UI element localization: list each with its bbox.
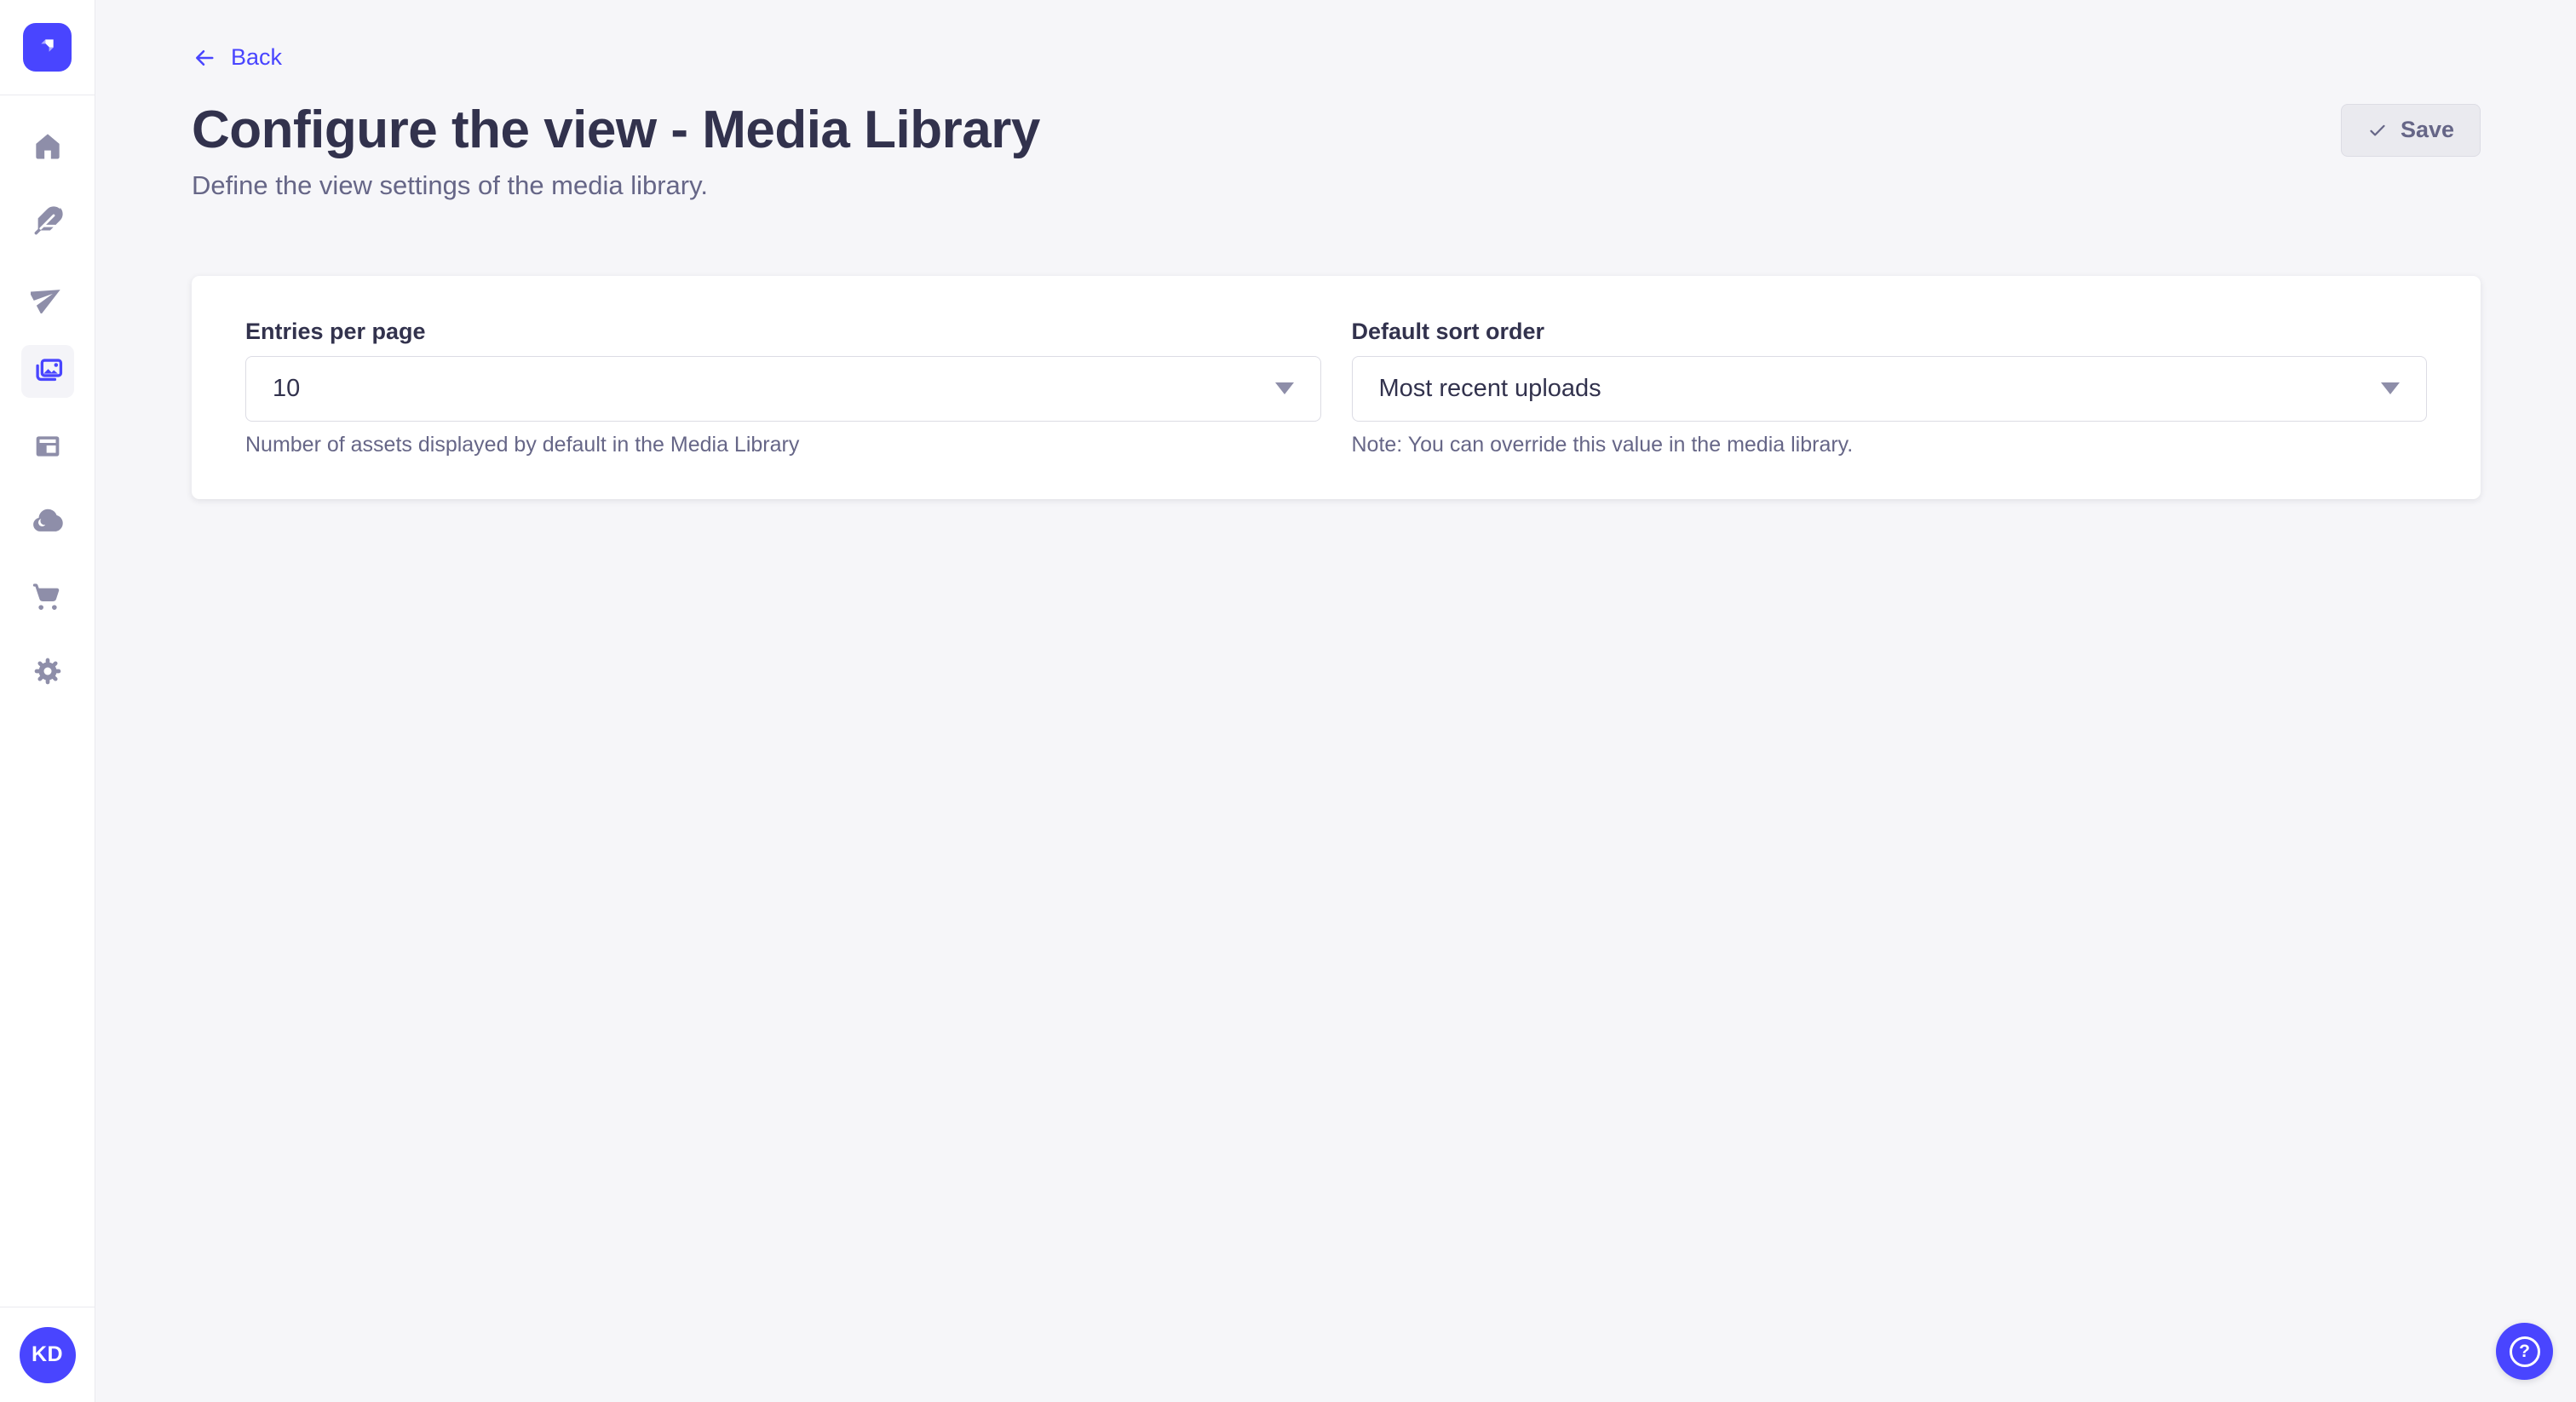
- title-row: Configure the view - Media Library Save: [192, 104, 2481, 157]
- entries-per-page-select[interactable]: 10: [245, 356, 1321, 422]
- images-icon: [30, 353, 66, 389]
- user-initials: KD: [32, 1342, 63, 1367]
- question-mark-glyph: ?: [2519, 1342, 2530, 1360]
- nav-item-media-library[interactable]: [0, 334, 95, 409]
- strapi-logo-icon: [34, 32, 61, 63]
- main-content: Back Configure the view - Media Library …: [96, 0, 2576, 1402]
- fields-grid: Entries per page 10 Number of assets dis…: [245, 319, 2427, 457]
- arrow-left-icon: [192, 45, 217, 71]
- chevron-down-icon: [2381, 382, 2400, 394]
- field-label: Entries per page: [245, 319, 1321, 345]
- feather-icon: [30, 204, 66, 239]
- check-icon: [2367, 120, 2388, 141]
- paper-plane-icon: [31, 279, 65, 313]
- nav-item-home[interactable]: [0, 109, 95, 184]
- nav-item-settings[interactable]: [0, 634, 95, 709]
- field-hint: Number of assets displayed by default in…: [245, 433, 1321, 457]
- sidebar-user-section: KD: [0, 1307, 95, 1402]
- back-link[interactable]: Back: [192, 44, 282, 71]
- gear-icon: [31, 654, 65, 688]
- layout-panel-icon: [31, 429, 65, 463]
- cloud-icon: [30, 503, 66, 539]
- field-hint: Note: You can override this value in the…: [1352, 433, 2428, 457]
- sidebar: KD: [0, 0, 95, 1402]
- sidebar-nav: [0, 95, 95, 709]
- home-icon: [31, 129, 65, 164]
- nav-item-feather[interactable]: [0, 184, 95, 259]
- active-nav-tile: [21, 345, 74, 398]
- select-value: Most recent uploads: [1379, 375, 1601, 403]
- settings-card: Entries per page 10 Number of assets dis…: [192, 276, 2481, 499]
- nav-item-cart[interactable]: [0, 559, 95, 634]
- save-button-label: Save: [2401, 117, 2454, 143]
- select-value: 10: [273, 375, 300, 403]
- back-label: Back: [231, 44, 282, 71]
- field-default-sort-order: Default sort order Most recent uploads N…: [1352, 319, 2428, 457]
- shopping-cart-icon: [31, 579, 65, 613]
- field-entries-per-page: Entries per page 10 Number of assets dis…: [245, 319, 1321, 457]
- logo-box: [0, 0, 95, 95]
- nav-item-paper-plane[interactable]: [0, 259, 95, 334]
- app-logo-button[interactable]: [23, 23, 72, 72]
- chevron-down-icon: [1275, 382, 1294, 394]
- page-title: Configure the view - Media Library: [192, 104, 1040, 157]
- page-subtitle: Define the view settings of the media li…: [192, 170, 2481, 201]
- nav-item-layout[interactable]: [0, 409, 95, 484]
- nav-item-cloud[interactable]: [0, 484, 95, 559]
- save-button[interactable]: Save: [2341, 104, 2481, 157]
- field-label: Default sort order: [1352, 319, 2428, 345]
- sidebar-spacer: [0, 709, 95, 1307]
- user-avatar[interactable]: KD: [20, 1327, 76, 1383]
- help-button[interactable]: ?: [2496, 1323, 2553, 1380]
- default-sort-order-select[interactable]: Most recent uploads: [1352, 356, 2428, 422]
- question-mark-circle-icon: ?: [2510, 1336, 2540, 1367]
